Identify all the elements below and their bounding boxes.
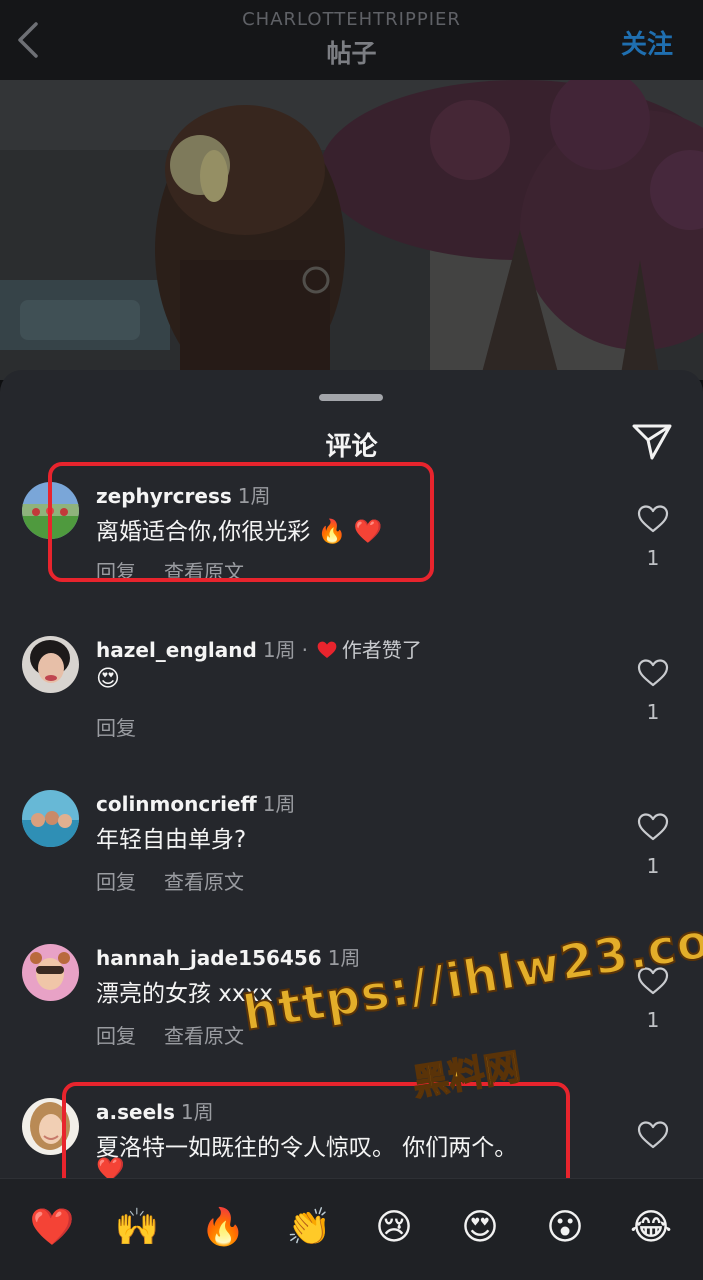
heart-outline-icon[interactable] [637, 658, 669, 688]
avatar[interactable] [22, 790, 79, 847]
comment-time: 1周 [262, 638, 296, 662]
author-liked-label: 作者赞了 [341, 638, 422, 662]
heart-outline-icon[interactable] [637, 812, 669, 842]
emoji-crying[interactable]: 😢 [371, 1205, 417, 1251]
avatar[interactable] [22, 636, 79, 693]
emoji-reaction-bar: ❤️ 🙌 🔥 👏 😢 😍 😮 😂 [0, 1178, 703, 1280]
comments-title: 评论 [325, 432, 378, 462]
like-count: 1 [646, 700, 660, 724]
emoji-laughing[interactable]: 😂 [628, 1205, 674, 1251]
view-original-button[interactable]: 查看原文 [164, 870, 244, 894]
emoji-heart[interactable]: ❤️ [29, 1205, 75, 1251]
comment-time: 1周 [262, 792, 296, 816]
highlight-box [48, 462, 434, 582]
emoji-fire[interactable]: 🔥 [200, 1205, 246, 1251]
sheet-drag-handle[interactable] [319, 394, 383, 401]
like-count: 1 [646, 854, 660, 878]
follow-button[interactable]: 关注 [621, 24, 673, 61]
share-send-icon[interactable] [630, 420, 674, 462]
like-count: 1 [646, 546, 660, 570]
comment-text: 年轻自由单身? [96, 827, 247, 853]
author-liked-heart-icon [317, 641, 337, 658]
heart-outline-icon[interactable] [637, 1120, 669, 1150]
reply-button[interactable]: 回复 [96, 870, 136, 894]
comment-username[interactable]: hazel_england [96, 638, 257, 662]
comment-username[interactable]: colinmoncrieff [96, 792, 257, 816]
view-original-button[interactable]: 查看原文 [164, 1024, 244, 1048]
top-bar: CHARLOTTEHTRIPPIER 帖子 关注 [0, 0, 703, 80]
comment-item: colinmoncrieff 1周 年轻自由单身? 回复 查看原文 1 [0, 778, 703, 918]
emoji-surprised[interactable]: 😮 [542, 1205, 588, 1251]
post-author-username[interactable]: CHARLOTTEHTRIPPIER [0, 9, 703, 30]
post-photo [0, 80, 703, 380]
like-count: 1 [646, 1008, 660, 1032]
comment-text: 😍 [96, 666, 120, 692]
comment-time: 1周 [327, 946, 361, 970]
avatar[interactable] [22, 944, 79, 1001]
comment-item: hazel_england 1周 · 作者赞了 😍 回复 1 [0, 624, 703, 764]
page-title: 帖子 [326, 39, 377, 68]
emoji-clapping[interactable]: 👏 [286, 1205, 332, 1251]
emoji-raised-hands[interactable]: 🙌 [114, 1205, 160, 1251]
reply-button[interactable]: 回复 [96, 1024, 136, 1048]
comment-username[interactable]: hannah_jade156456 [96, 946, 322, 970]
heart-outline-icon[interactable] [637, 504, 669, 534]
emoji-heart-eyes[interactable]: 😍 [457, 1205, 503, 1251]
reply-button[interactable]: 回复 [96, 716, 136, 740]
